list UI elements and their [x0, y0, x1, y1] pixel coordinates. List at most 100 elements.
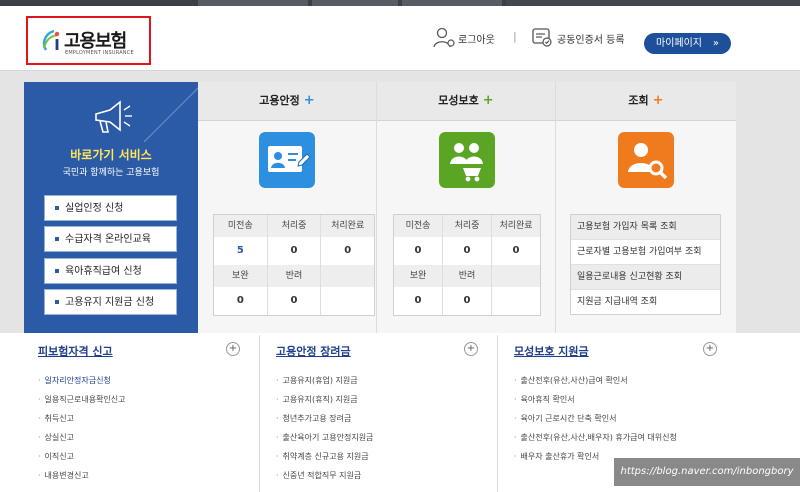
table-header: 보완 — [394, 265, 443, 287]
logo-mark-icon — [42, 29, 60, 51]
blog-watermark: https://blog.naver.com/inbongbory — [614, 458, 800, 486]
link-list: 출산전후(유산,사산)급여 확인서 육아휴직 확인서 육아기 근로시간 단축 확… — [514, 371, 677, 466]
list-item[interactable]: 육아휴직 확인서 — [514, 390, 677, 409]
id-card-icon[interactable] — [259, 132, 315, 188]
table-header: 처리중 — [443, 215, 492, 237]
plus-icon[interactable]: + — [304, 93, 315, 108]
quick-btn-label: 수급자격 온라인교육 — [65, 234, 151, 245]
user-logout-icon[interactable] — [433, 26, 455, 50]
header-separator: | — [513, 30, 517, 43]
bullet-icon — [55, 269, 59, 273]
employment-status-table: 미전송 처리중 처리완료 5 0 0 보완 반려 0 0 — [213, 214, 375, 316]
plus-icon[interactable]: + — [483, 93, 494, 108]
table-header: 미전송 — [214, 215, 268, 237]
quick-btn-label: 실업인정 신청 — [65, 203, 124, 214]
quick-btn-label: 고용유지 지원금 신청 — [65, 297, 155, 308]
column-divider — [259, 335, 260, 492]
list-item[interactable]: 일용직근로내용확인신고 — [38, 390, 126, 409]
list-item[interactable]: 청년추가고용 장려금 — [276, 409, 373, 428]
bullet-icon — [55, 206, 59, 210]
quick-btn-label: 육아휴직급여 신청 — [65, 266, 142, 277]
count-supplement[interactable]: 0 — [214, 287, 268, 315]
list-item[interactable]: 일자리안정자금신청 — [38, 371, 126, 390]
table-header: 보완 — [214, 265, 268, 287]
family-icon[interactable] — [439, 132, 495, 188]
table-cell-empty — [321, 287, 374, 315]
list-item[interactable]: 이직신고 — [38, 447, 126, 466]
plus-circle-icon[interactable]: + — [226, 342, 240, 356]
panel-title[interactable]: 모성보호 + — [377, 82, 555, 121]
list-item[interactable]: 출산육아기 고용안정지원금 — [276, 428, 374, 447]
bullet-icon — [55, 237, 59, 241]
logout-link[interactable]: 로그아웃 — [458, 31, 495, 46]
count-rejected[interactable]: 0 — [268, 287, 322, 315]
mypage-button[interactable]: 마이페이지 » — [644, 33, 731, 54]
list-item[interactable]: 상실신고 — [38, 428, 126, 447]
bullet-icon — [55, 300, 59, 304]
table-header: 처리완료 — [499, 221, 533, 231]
count-processing[interactable]: 0 — [443, 237, 492, 265]
logo-subtitle: EMPLOYMENT INSURANCE — [65, 50, 134, 56]
insured-status-report-column: 피보험자격 신고 + 일자리안정자금신청 일용직근로내용확인신고 취득신고 상실… — [24, 333, 259, 492]
list-item[interactable]: 신중년 적합직무 지원금 — [276, 466, 373, 485]
list-item[interactable]: 취약계층 신규고용 지원금 — [276, 447, 373, 466]
count-supplement[interactable]: 0 — [394, 287, 443, 315]
panel-title-text: 조회 — [628, 94, 649, 107]
count-completed[interactable]: 0 — [492, 237, 540, 265]
lookup-item-worker-enrollment[interactable]: 근로자별 고용보험 가입여부 조회 — [571, 240, 720, 265]
table-header: 처리중 — [268, 215, 322, 237]
list-item[interactable]: 취득신고 — [38, 409, 126, 428]
site-logo[interactable]: 고용보험 EMPLOYMENT INSURANCE — [26, 16, 151, 65]
mypage-label: 마이페이지 — [656, 38, 702, 49]
panel-title-text: 고용안정 — [259, 94, 300, 107]
table-header: 처리완료 — [331, 221, 365, 231]
panel-title-text: 모성보호 — [438, 94, 479, 107]
certificate-icon[interactable] — [531, 26, 553, 48]
panel-title[interactable]: 고용안정 + — [198, 82, 376, 121]
table-header: 미전송 — [394, 215, 443, 237]
table-header: 반려 — [268, 265, 322, 287]
list-item[interactable]: 출산전후(유산,사산)급여 확인서 — [514, 371, 677, 390]
lookup-item-subsidy-payment[interactable]: 지원금 지급내역 조회 — [571, 290, 720, 314]
quick-btn-parental-leave[interactable]: 육아휴직급여 신청 — [44, 258, 177, 284]
double-chevron-right-icon: » — [712, 38, 719, 49]
employment-stability-panel: 고용안정 + 미전송 처리중 처리완료 5 0 0 보완 반려 0 0 — [198, 82, 377, 333]
quick-btn-employment-retention[interactable]: 고용유지 지원금 신청 — [44, 289, 177, 315]
column-divider — [497, 335, 498, 492]
column-title[interactable]: 모성보호 지원금 — [514, 343, 589, 359]
employment-incentive-column: 고용안정 장려금 + 고용유지(휴업) 지원금 고용유지(휴직) 지원금 청년추… — [262, 333, 497, 492]
panel-title[interactable]: 조회 + — [556, 82, 736, 121]
maternity-protection-panel: 모성보호 + 미전송 처리중 처리완료 0 0 0 보완 반려 0 0 — [377, 82, 556, 333]
count-completed[interactable]: 0 — [321, 237, 374, 265]
list-item[interactable]: 내용변경신고 — [38, 466, 126, 485]
quick-service-title: 바로가기 서비스 — [70, 148, 152, 162]
lookup-item-daily-labor-report[interactable]: 일용근로내용 신고현황 조회 — [571, 265, 720, 290]
plus-circle-icon[interactable]: + — [464, 342, 478, 356]
lookup-panel: 조회 + 고용보험 가입자 목록 조회 근로자별 고용보험 가입여부 조회 일용근… — [556, 82, 736, 333]
table-header-empty — [492, 265, 540, 287]
list-item[interactable]: 고용유지(휴직) 지원금 — [276, 390, 373, 409]
count-unsent[interactable]: 5 — [214, 237, 268, 265]
table-header-empty — [321, 265, 374, 287]
table-header: 반려 — [443, 265, 492, 287]
list-item[interactable]: 육아기 근로시간 단축 확인서 — [514, 409, 677, 428]
link-list: 일자리안정자금신청 일용직근로내용확인신고 취득신고 상실신고 이직신고 내용변… — [38, 371, 126, 485]
lookup-item-insured-list[interactable]: 고용보험 가입자 목록 조회 — [571, 215, 720, 240]
maternity-status-table: 미전송 처리중 처리완료 0 0 0 보완 반려 0 0 — [393, 214, 541, 316]
list-item[interactable]: 출산전후(유산,사산,배우자) 휴가급여 대위신청 — [514, 428, 677, 447]
cert-register-link[interactable]: 공동인증서 등록 — [557, 31, 625, 46]
plus-circle-icon[interactable]: + — [703, 342, 717, 356]
megaphone-icon — [95, 100, 132, 133]
search-user-icon[interactable] — [618, 132, 674, 188]
plus-icon[interactable]: + — [653, 93, 664, 108]
quick-btn-online-education[interactable]: 수급자격 온라인교육 — [44, 226, 177, 252]
lookup-list: 고용보험 가입자 목록 조회 근로자별 고용보험 가입여부 조회 일용근로내용 … — [570, 214, 721, 315]
quick-service-subtitle: 국민과 함께하는 고용보험 — [62, 168, 160, 178]
count-rejected[interactable]: 0 — [443, 287, 492, 315]
column-title[interactable]: 피보험자격 신고 — [38, 343, 113, 359]
count-unsent[interactable]: 0 — [394, 237, 443, 265]
column-title[interactable]: 고용안정 장려금 — [276, 343, 351, 359]
quick-btn-unemployment[interactable]: 실업인정 신청 — [44, 195, 177, 221]
count-processing[interactable]: 0 — [268, 237, 322, 265]
list-item[interactable]: 고용유지(휴업) 지원금 — [276, 371, 373, 390]
